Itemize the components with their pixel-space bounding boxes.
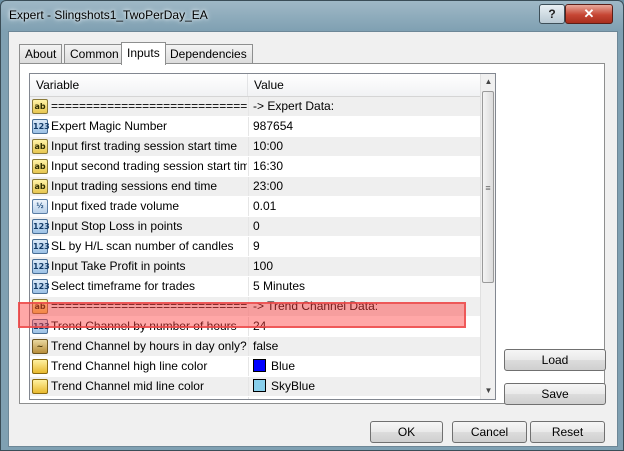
help-button[interactable]: ? [539,4,565,24]
variable-value[interactable]: 5 Minutes [248,277,478,296]
scroll-down-arrow-icon[interactable]: ▼ [481,383,495,399]
variable-name: Select timeframe for trades [51,279,196,293]
selection-highlight [18,302,466,328]
variable-value[interactable]: 16:30 [248,157,478,176]
reset-button[interactable]: Reset [530,421,605,443]
variable-value[interactable]: 100 [248,257,478,276]
variable-value[interactable]: 9 [248,237,478,256]
cancel-button[interactable]: Cancel [452,421,527,443]
load-button[interactable]: Load [504,349,606,371]
vertical-scrollbar[interactable]: ▲ ≡ ▼ [480,74,495,399]
variable-value[interactable]: 987654 [248,117,478,136]
inputs-panel: Variable Value ab =======================… [19,63,606,405]
variable-value-text: 23:00 [253,179,284,193]
variable-value-text: 0 [253,219,260,233]
variable-value-text: false [253,339,279,353]
variable-value[interactable]: 0 [248,217,478,236]
ok-button[interactable]: OK [370,421,443,443]
variable-value[interactable]: Red [248,397,478,400]
color-swatch [253,399,266,400]
variable-name: Input trading sessions end time [51,179,218,193]
variable-value-text: 9 [253,239,260,253]
tab-common[interactable]: Common [64,44,125,63]
scroll-up-arrow-icon[interactable]: ▲ [481,74,495,90]
variable-value-text: 987654 [253,119,294,133]
table-row[interactable]: 123 SL by H/L scan number of candles 9 [30,237,480,257]
variable-name: Input second trading session start time [51,159,247,173]
tab-dependencies[interactable]: Dependencies [164,44,253,63]
save-button[interactable]: Save [504,383,606,405]
variable-name: Input first trading session start time [51,139,238,153]
integer-type-icon: 123 [32,239,50,254]
table-row[interactable]: 123 Select timeframe for trades 5 Minutes [30,277,480,297]
variable-value[interactable]: 10:00 [248,137,478,156]
scroll-thumb[interactable]: ≡ [482,91,494,283]
table-row[interactable]: Trend Channel low line color Red [30,397,480,400]
string-type-icon: ab [32,159,48,174]
integer-type-icon: 123 [32,119,50,134]
integer-type-icon: 123 [32,279,50,294]
variable-value-text: 10:00 [253,139,284,153]
window-title: Expert - Slingshots1_TwoPerDay_EA [9,8,208,22]
variable-value-text: 16:30 [253,159,284,173]
variable-value-text: 5 Minutes [253,279,306,293]
string-type-icon: ab [32,179,48,194]
variable-value[interactable]: 23:00 [248,177,478,196]
color-type-icon [32,379,48,394]
column-header-variable[interactable]: Variable [30,74,248,96]
variable-name: Trend Channel mid line color [51,379,204,393]
table-row[interactable]: 123 Input Stop Loss in points 0 [30,217,480,237]
variable-value[interactable]: 0.01 [248,197,478,216]
variable-name: ===============================... [51,99,247,113]
table-row[interactable]: ~ Trend Channel by hours in day only? fals… [30,337,480,357]
table-row[interactable]: ½ Input fixed trade volume 0.01 [30,197,480,217]
integer-type-icon: 123 [32,219,50,234]
color-swatch [253,379,266,392]
variable-name: Input fixed trade volume [51,199,180,213]
bool-type-icon: ~ [32,339,48,354]
table-row[interactable]: 123 Expert Magic Number 987654 [30,117,480,137]
color-type-icon [32,359,48,374]
string-type-icon: ab [32,99,48,114]
table-row[interactable]: Trend Channel high line color Blue [30,357,480,377]
integer-type-icon: 123 [32,259,50,274]
grid-header: Variable Value [30,74,480,97]
table-row[interactable]: ab Input second trading session start tim… [30,157,480,177]
expert-dialog: Expert - Slingshots1_TwoPerDay_EA ? ✕ Ab… [0,0,624,451]
variable-value[interactable]: -> Expert Data: [248,97,478,116]
table-row[interactable]: 123 Input Take Profit in points 100 [30,257,480,277]
variable-name: Expert Magic Number [51,119,168,133]
column-header-value[interactable]: Value [248,74,480,96]
variable-name: Trend Channel low line color [50,397,247,399]
variable-name: SL by H/L scan number of candles [51,239,234,253]
table-row[interactable]: Trend Channel mid line color SkyBlue [30,377,480,397]
variable-name: Trend Channel by hours in day only? [51,339,247,353]
color-type-icon [32,399,48,400]
table-row[interactable]: ab Input first trading session start time… [30,137,480,157]
variable-value[interactable]: false [248,337,478,356]
variable-value-text: 0.01 [253,199,277,213]
variable-name: Input Take Profit in points [51,259,186,273]
color-swatch [253,359,266,372]
table-row[interactable]: ab===============================... -> E… [30,97,480,117]
variable-value[interactable]: Blue [248,357,478,376]
string-type-icon: ab [32,139,48,154]
variable-value[interactable]: SkyBlue [248,377,478,396]
variable-value-text: -> Expert Data: [253,99,335,113]
variable-value-text: 100 [253,259,274,273]
variable-name: Trend Channel high line color [51,359,208,373]
variable-value-text: SkyBlue [271,379,316,393]
table-row[interactable]: ab Input trading sessions end time 23:00 [30,177,480,197]
tab-inputs[interactable]: Inputs [121,42,166,65]
tab-about[interactable]: About [19,44,63,63]
variable-value-text: Red [271,399,293,400]
variable-name: Input Stop Loss in points [51,219,183,233]
dialog-client-area: About Common Inputs Dependencies Variabl… [8,31,618,447]
double-type-icon: ½ [32,199,48,214]
variable-value-text: Blue [271,359,296,373]
title-bar[interactable]: Expert - Slingshots1_TwoPerDay_EA ? ✕ [1,1,623,31]
close-button[interactable]: ✕ [565,4,613,24]
grid-rows: ab===============================...-> E… [30,97,480,400]
inputs-grid: Variable Value ab =======================… [29,73,496,400]
